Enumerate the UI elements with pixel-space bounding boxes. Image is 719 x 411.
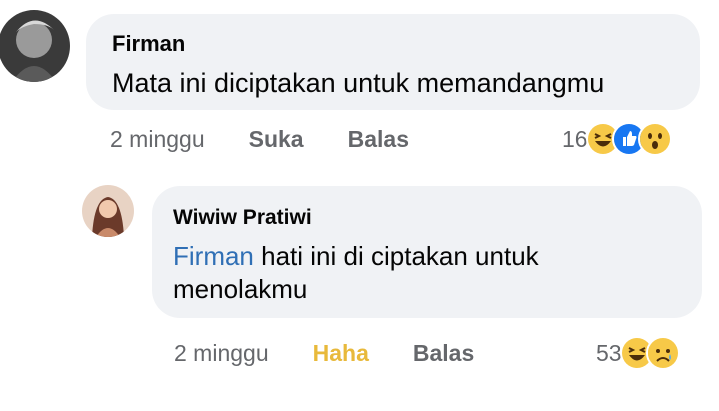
reply-bubble: Wiwiw Pratiwi Firman hati ini di ciptaka…	[152, 186, 702, 318]
reply-button[interactable]: Balas	[348, 126, 409, 153]
avatar-firman[interactable]	[0, 10, 70, 82]
mention-link[interactable]: Firman	[173, 241, 254, 271]
reply-actions: 2 minggu Haha Balas	[174, 340, 474, 367]
comment-time[interactable]: 2 minggu	[110, 126, 205, 153]
sad-icon	[645, 336, 680, 370]
reaction-count: 16	[562, 125, 588, 152]
comment-actions: 2 minggu Suka Balas	[110, 126, 409, 153]
reply-time[interactable]: 2 minggu	[174, 340, 269, 367]
like-button[interactable]: Suka	[249, 126, 304, 153]
comment-author[interactable]: Firman	[112, 31, 185, 57]
reply-author[interactable]: Wiwiw Pratiwi	[173, 206, 312, 230]
comment-reactions[interactable]: 16	[562, 122, 672, 156]
reaction-count: 53	[596, 339, 622, 366]
reply-text: Firman hati ini di ciptakan untuk menola…	[173, 240, 633, 307]
reply-reactions[interactable]: 53	[596, 336, 680, 370]
comment-bubble: Firman Mata ini diciptakan untuk memanda…	[86, 14, 700, 110]
avatar-wiwiw-pratiwi[interactable]	[82, 185, 134, 237]
reply-reply-button[interactable]: Balas	[413, 340, 474, 367]
wow-icon	[637, 122, 672, 156]
haha-button[interactable]: Haha	[313, 340, 369, 367]
comment-text: Mata ini diciptakan untuk memandangmu	[112, 68, 605, 98]
